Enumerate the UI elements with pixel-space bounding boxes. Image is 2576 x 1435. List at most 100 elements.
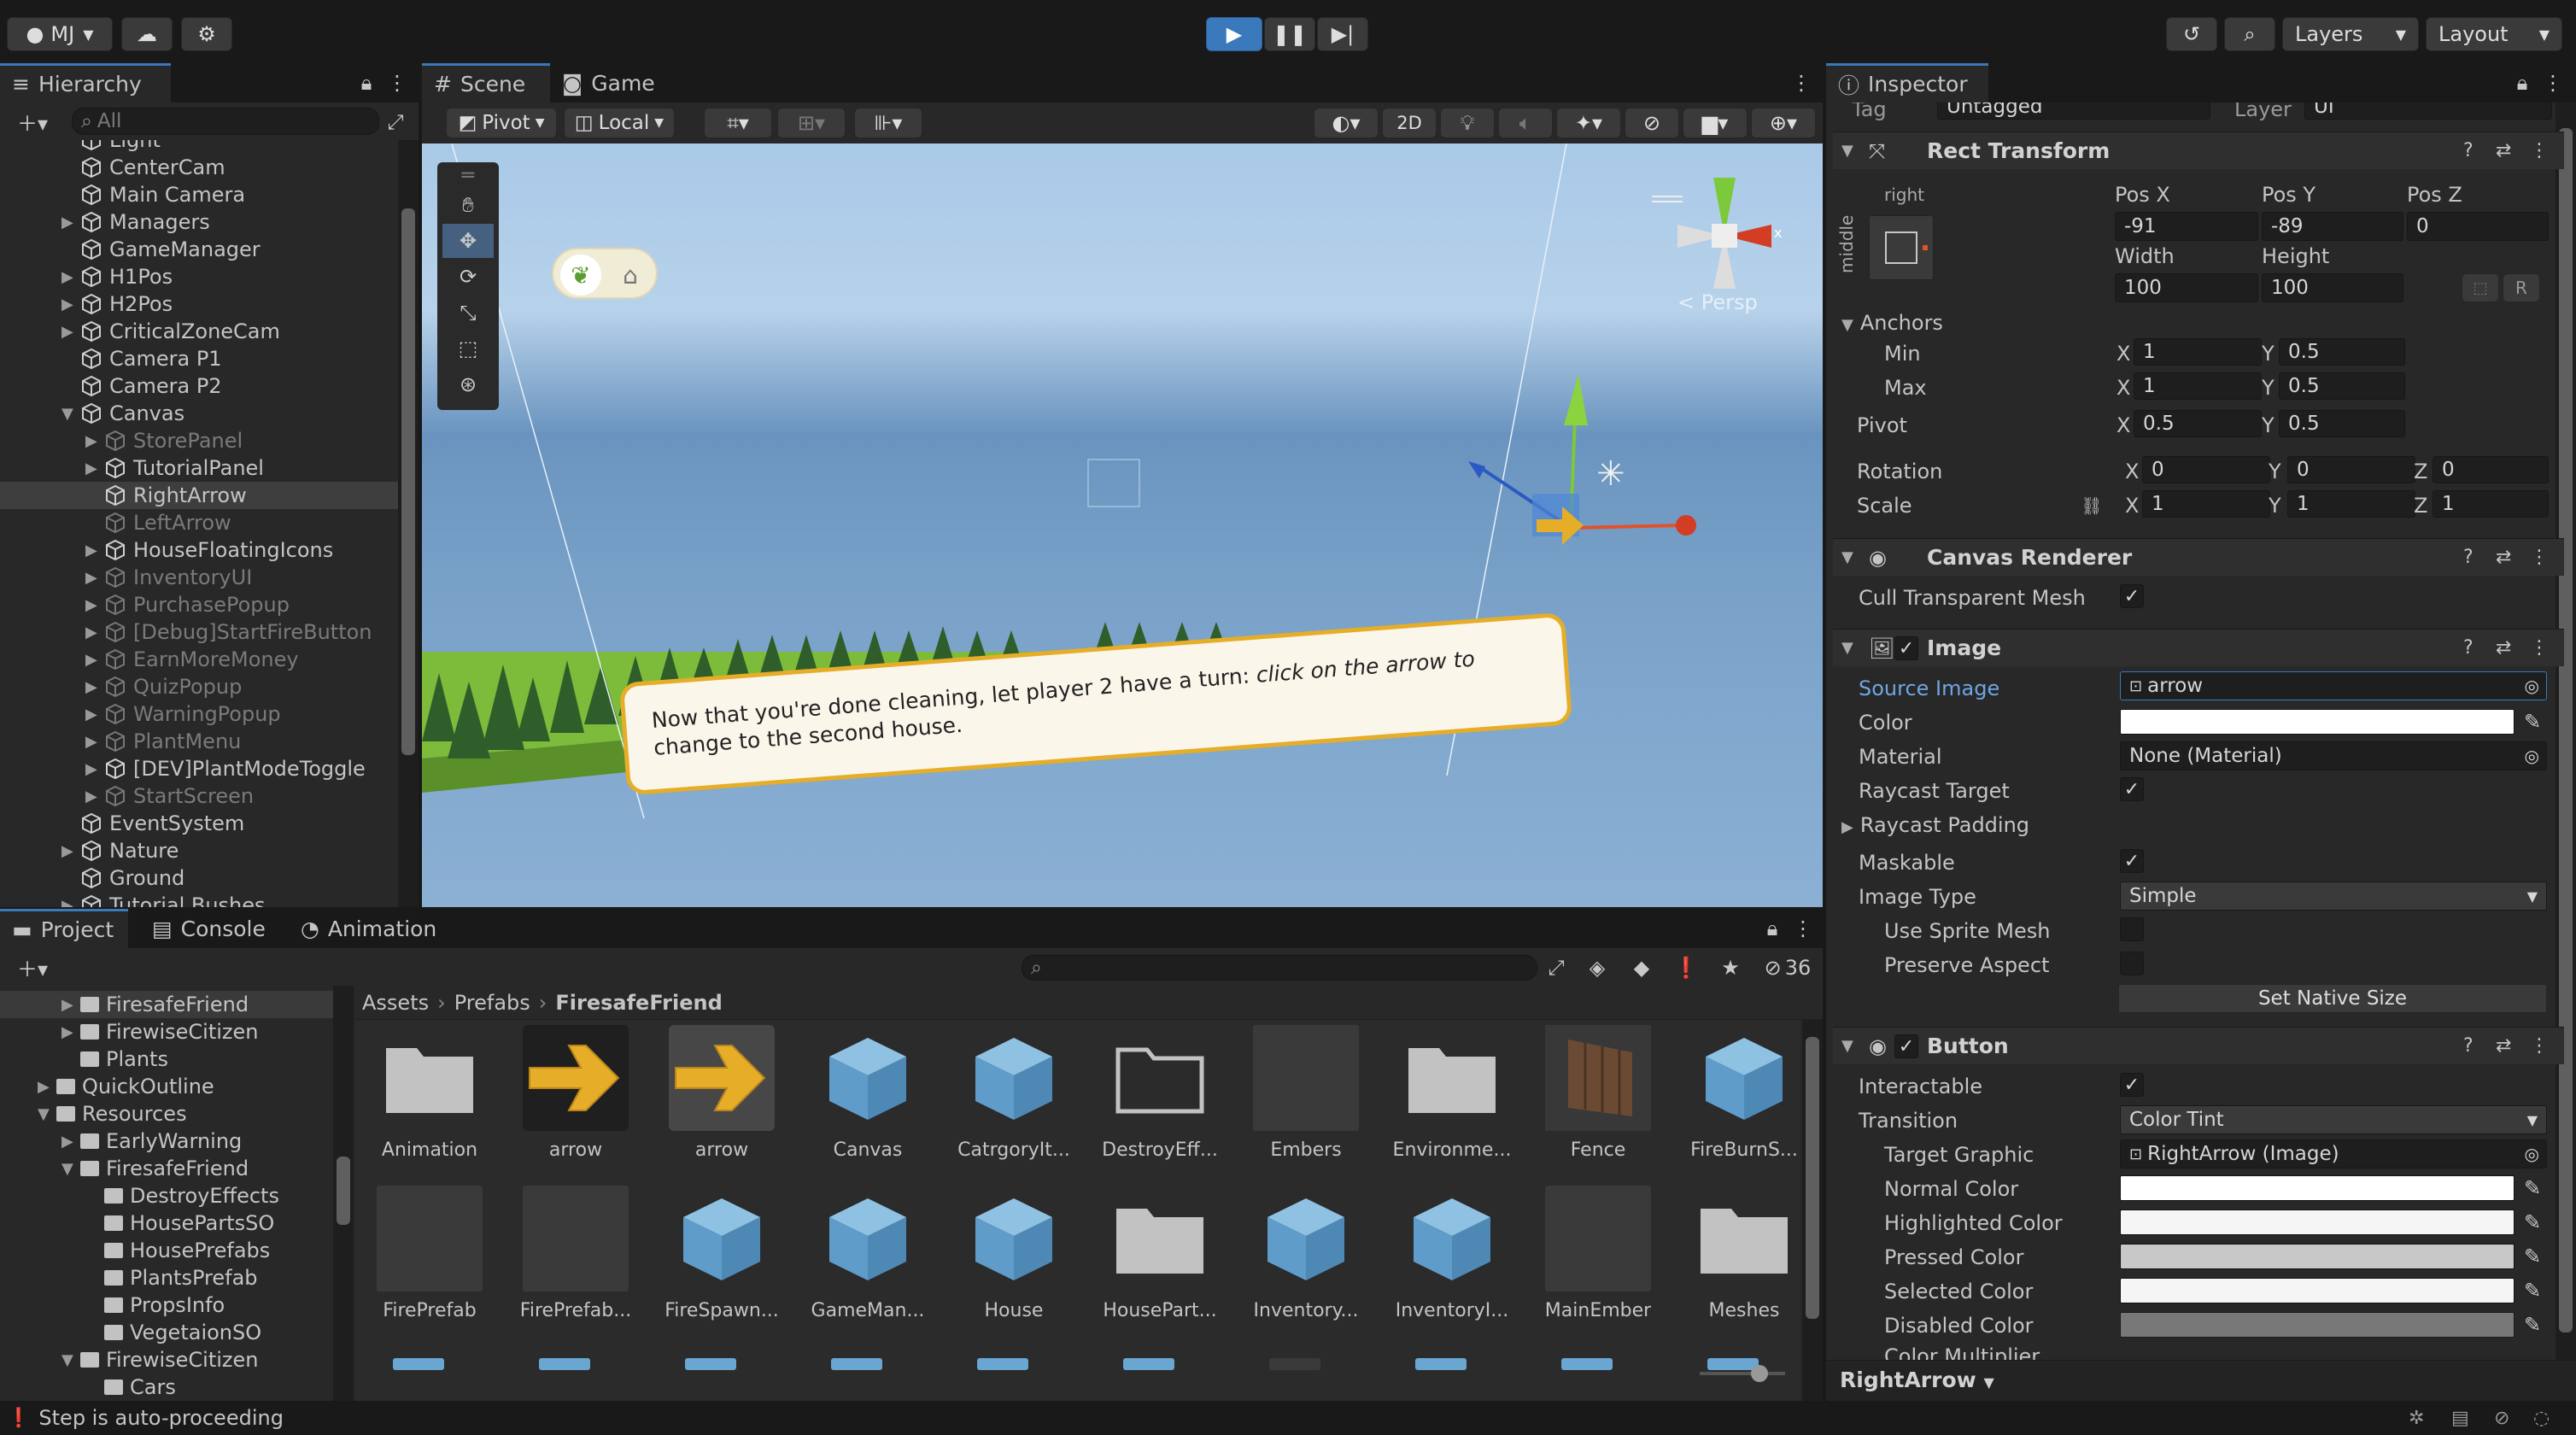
foldout-closed-icon[interactable]: ▶ xyxy=(61,996,80,1014)
asset-item-partial[interactable] xyxy=(393,1358,444,1370)
hierarchy-item[interactable]: ▶ Nature xyxy=(0,837,398,864)
asset-item[interactable]: CatrgoryIt... xyxy=(950,1025,1078,1179)
image-enabled-checkbox[interactable]: ✓ xyxy=(1894,636,1918,660)
source-image-field[interactable]: ⊡ arrow ◎ xyxy=(2120,671,2547,700)
foldout-closed-icon[interactable]: ▶ xyxy=(85,624,104,641)
asset-item[interactable]: arrow xyxy=(658,1025,786,1179)
tab-inspector[interactable]: ⓘ Inspector xyxy=(1826,63,1988,102)
hierarchy-search-input[interactable]: ⌕ All xyxy=(72,108,379,135)
asset-item[interactable]: Embers xyxy=(1242,1025,1370,1179)
folder-tree-item[interactable]: ▶ FirewiseCitizen xyxy=(0,1018,333,1046)
folder-tree-item[interactable]: Plants xyxy=(0,1046,333,1073)
target-graphic-field[interactable]: ⊡ RightArrow (Image) ◎ xyxy=(2120,1139,2547,1168)
color-swatch[interactable] xyxy=(2120,709,2515,735)
tab-project[interactable]: ▬ Project xyxy=(0,909,128,948)
kebab-menu-icon[interactable]: ⋮ xyxy=(1789,70,1814,96)
rotation-x-field[interactable]: 0 xyxy=(2142,456,2270,483)
gizmo-x-handle[interactable] xyxy=(1676,515,1696,536)
visibility-toggle[interactable]: ⊘ xyxy=(1625,108,1679,138)
gizmos-button[interactable]: ⊕▾ xyxy=(1751,108,1816,138)
folder-tree-item[interactable]: HousePrefabs xyxy=(0,1237,333,1264)
foldout-closed-icon[interactable]: ▶ xyxy=(85,432,104,450)
hierarchy-item[interactable]: RightArrow xyxy=(0,482,398,509)
lock-icon[interactable]: 🔒︎ xyxy=(1759,916,1785,941)
width-field[interactable]: 100 xyxy=(2115,273,2258,302)
scale-y-field[interactable]: 1 xyxy=(2287,490,2415,518)
search-scope-icon[interactable]: ⤢ xyxy=(1543,955,1570,981)
hierarchy-item[interactable]: ▶ Managers xyxy=(0,208,398,236)
scale-z-field[interactable]: 1 xyxy=(2433,490,2549,518)
asset-grid-scrollbar[interactable] xyxy=(1802,1020,1823,1401)
increment-snap-button[interactable]: ⊞▾ xyxy=(777,108,846,138)
favorites-icon[interactable]: ★ xyxy=(1717,955,1744,981)
rect-transform-header[interactable]: ▼ ⤧ Rect Transform ? ⇄ ⋮ xyxy=(1833,132,2564,169)
pressed-color-swatch[interactable] xyxy=(2120,1244,2515,1269)
asset-item-partial[interactable] xyxy=(1707,1358,1759,1370)
hierarchy-item[interactable]: ▶ EarnMoreMoney xyxy=(0,646,398,673)
step-button[interactable]: ▶| xyxy=(1317,17,1368,51)
rotation-y-field[interactable]: 0 xyxy=(2287,456,2415,483)
asset-item[interactable]: FirePrefab xyxy=(366,1186,494,1339)
tab-animation[interactable]: ◔ Animation xyxy=(289,909,442,948)
raycast-target-checkbox[interactable]: ✓ xyxy=(2120,777,2144,801)
rotate-tool-icon[interactable]: ⟳ xyxy=(442,260,494,294)
set-native-size-button[interactable]: Set Native Size xyxy=(2118,984,2547,1013)
lighting-toggle[interactable]: 💡︎ xyxy=(1440,108,1495,138)
anchor-min-y-field[interactable]: 0.5 xyxy=(2279,338,2405,366)
foldout-closed-icon[interactable]: ▶ xyxy=(85,460,104,477)
network-icon[interactable]: ⊘ xyxy=(2494,1408,2509,1429)
foldout-closed-icon[interactable]: ▶ xyxy=(85,706,104,723)
hierarchy-item[interactable]: ▶ H2Pos xyxy=(0,290,398,318)
hierarchy-item[interactable]: GameManager xyxy=(0,236,398,263)
folder-tree-item[interactable]: ▼ FirewiseCitizen xyxy=(0,1346,333,1374)
folder-tree-item[interactable]: PlantsPrefab xyxy=(0,1264,333,1292)
scrollbar-thumb[interactable] xyxy=(337,1157,350,1225)
eyedropper-icon[interactable]: ✎ xyxy=(2520,1244,2545,1269)
selected-object-dropdown[interactable]: RightArrow ▼ xyxy=(1840,1368,1994,1392)
foldout-closed-icon[interactable]: ▶ xyxy=(85,788,104,805)
hierarchy-item[interactable]: ▶ PurchasePopup xyxy=(0,591,398,618)
foldout-closed-icon[interactable]: ▶ xyxy=(85,542,104,559)
foldout-closed-icon[interactable]: ▶ xyxy=(85,733,104,751)
hierarchy-scrollbar[interactable] xyxy=(398,140,419,907)
create-asset-button[interactable]: ＋▾ xyxy=(7,953,58,981)
kebab-menu-icon[interactable]: ⋮ xyxy=(384,70,410,96)
asset-item[interactable]: GameMan... xyxy=(804,1186,932,1339)
foldout-closed-icon[interactable]: ▶ xyxy=(85,651,104,669)
asset-item-partial[interactable] xyxy=(539,1358,590,1370)
inspector-scrollbar[interactable] xyxy=(2556,102,2576,1401)
asset-item[interactable]: MainEmber xyxy=(1534,1186,1662,1339)
object-picker-icon[interactable]: ◎ xyxy=(2525,746,2539,766)
kebab-menu-icon[interactable]: ⋮ xyxy=(2540,70,2566,96)
button-component-header[interactable]: ▼ ◉ ✓ Button ? ⇄ ⋮ xyxy=(1833,1027,2564,1064)
project-tree-scrollbar[interactable] xyxy=(333,986,354,1401)
hierarchy-item[interactable]: ▶ HouseFloatingIcons xyxy=(0,536,398,564)
scene-search-icon[interactable]: ⤢ xyxy=(383,109,408,135)
foldout-closed-icon[interactable]: ▶ xyxy=(61,842,80,860)
asset-item[interactable]: Fence xyxy=(1534,1025,1662,1179)
layers-dropdown[interactable]: Layers ▼ xyxy=(2282,17,2419,51)
gizmo-z-arrow[interactable] xyxy=(1468,461,1485,478)
hierarchy-item[interactable]: Main Camera xyxy=(0,181,398,208)
pause-button[interactable]: ❚❚ xyxy=(1264,17,1315,51)
warning-filter-icon[interactable]: ❗ xyxy=(1672,955,1700,981)
folder-tree-item[interactable]: PropsInfo xyxy=(0,1292,333,1319)
effects-toggle[interactable]: ✦▾ xyxy=(1556,108,1621,138)
2d-toggle[interactable]: 2D xyxy=(1382,108,1437,138)
foldout-closed-icon[interactable]: ▶ xyxy=(61,1023,80,1041)
tab-game[interactable]: ◙ Game xyxy=(550,63,670,102)
selected-color-swatch[interactable] xyxy=(2120,1278,2515,1303)
eyedropper-icon[interactable]: ✎ xyxy=(2520,1312,2545,1338)
slider-handle[interactable] xyxy=(1751,1365,1768,1382)
hierarchy-item[interactable]: ▶ Tutorial Bushes xyxy=(0,892,398,907)
layout-dropdown[interactable]: Layout ▼ xyxy=(2426,17,2562,51)
disabled-color-swatch[interactable] xyxy=(2120,1312,2515,1338)
pivot-dropdown[interactable]: ◩ Pivot ▼ xyxy=(446,108,557,138)
anchor-max-y-field[interactable]: 0.5 xyxy=(2279,372,2405,400)
kebab-menu-icon[interactable]: ⋮ xyxy=(2530,547,2549,568)
folder-tree-item[interactable]: ▶ QuickOutline xyxy=(0,1073,333,1100)
kebab-menu-icon[interactable]: ⋮ xyxy=(1790,916,1816,941)
asset-item-partial[interactable] xyxy=(831,1358,882,1370)
shading-mode-button[interactable]: ◐▾ xyxy=(1314,108,1379,138)
preset-icon[interactable]: ⇄ xyxy=(2496,547,2511,568)
